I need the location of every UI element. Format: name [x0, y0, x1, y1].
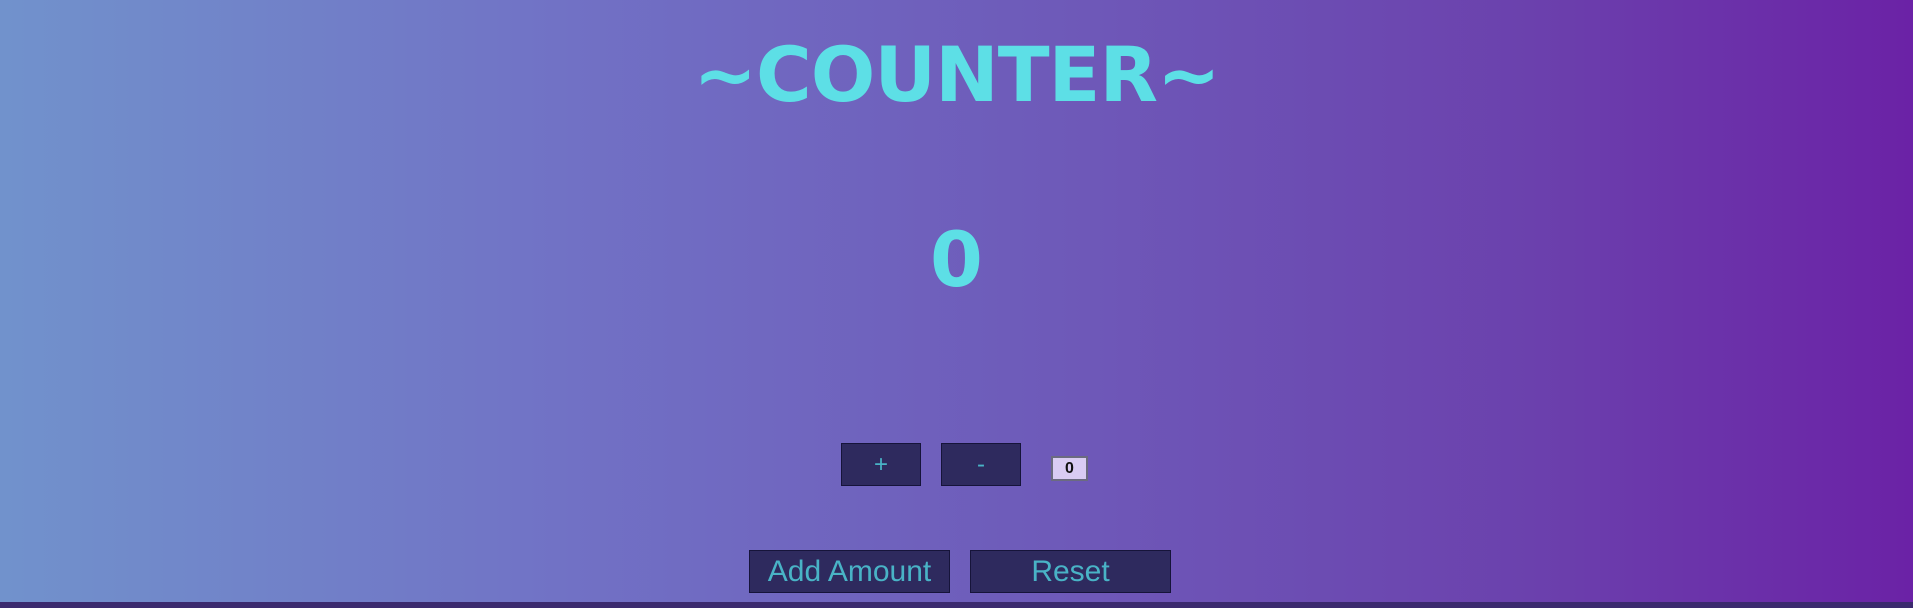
- counter-page: { "header": { "title": "~COUNTER~" }, "c…: [0, 0, 1913, 608]
- add-amount-button[interactable]: Add Amount: [749, 550, 950, 593]
- increment-button[interactable]: +: [841, 443, 921, 486]
- page-title: ~COUNTER~: [693, 30, 1220, 119]
- amount-input[interactable]: [1051, 456, 1088, 481]
- reset-button[interactable]: Reset: [970, 550, 1171, 593]
- bottom-border: [0, 602, 1913, 608]
- counter-value: 0: [930, 215, 983, 304]
- decrement-button[interactable]: -: [941, 443, 1021, 486]
